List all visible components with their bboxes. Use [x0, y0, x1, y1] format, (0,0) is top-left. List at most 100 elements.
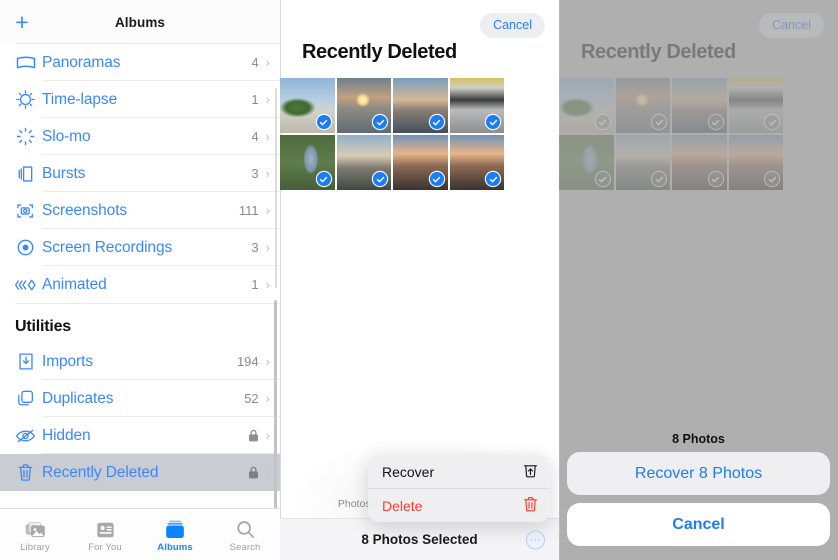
sidebar-item-label: Slo-mo	[42, 127, 91, 145]
sidebar-item-label: Animated	[42, 275, 107, 293]
tab-albums[interactable]: Albums	[140, 517, 210, 553]
photo-grid	[280, 78, 559, 190]
sidebar-item-label: Screen Recordings	[42, 238, 173, 256]
chevron-right-icon: ›	[265, 92, 270, 107]
bursts-icon	[9, 165, 42, 183]
selected-check-icon	[429, 115, 444, 129]
cancel-button[interactable]: Cancel	[480, 13, 545, 38]
chevron-right-icon: ›	[265, 277, 270, 292]
lock-icon	[248, 466, 259, 479]
selection-count-label: 8 Photos Selected	[361, 532, 478, 547]
sidebar-item-count: 3	[251, 240, 259, 255]
sidebar-scroll-track	[275, 88, 277, 288]
context-menu: Recover Delete	[368, 455, 550, 522]
sidebar-item-count: 3	[251, 166, 259, 181]
sidebar-item-count: 194	[236, 354, 259, 369]
add-album-button[interactable]: +	[0, 0, 44, 44]
context-menu-item-recover[interactable]: Recover	[368, 455, 550, 488]
sidebar-item-label: Time-lapse	[42, 90, 118, 108]
slomo-icon	[9, 127, 42, 146]
chevron-right-icon: ›	[265, 428, 270, 443]
middle-panel-recently-deleted: Cancel Recently Deleted Photos and vi de…	[280, 0, 559, 560]
sidebar-item-count: 4	[251, 129, 259, 144]
sidebar-item-screen-recordings[interactable]: Screen Recordings 3 ›	[0, 229, 280, 266]
sidebar-item-hidden[interactable]: Hidden ›	[0, 417, 280, 454]
sidebar-item-panoramas[interactable]: Panoramas 4 ›	[0, 44, 280, 81]
chevron-right-icon: ›	[265, 354, 270, 369]
lock-icon	[248, 429, 259, 442]
sidebar-item-label: Screenshots	[42, 201, 128, 219]
screenshots-icon	[9, 202, 42, 220]
for-you-icon	[96, 517, 115, 539]
sidebar-item-count: 1	[251, 92, 259, 107]
chevron-right-icon: ›	[265, 465, 270, 480]
chevron-right-icon: ›	[265, 129, 270, 144]
tab-label: Library	[20, 541, 50, 553]
photo-cell[interactable]	[280, 78, 335, 133]
hidden-icon	[9, 428, 42, 444]
sidebar-item-animated[interactable]: Animated 1 ›	[0, 266, 280, 303]
action-sheet-title: 8 Photos	[672, 432, 725, 446]
selected-check-icon	[486, 172, 500, 186]
library-icon	[25, 517, 46, 539]
sidebar-scrollbar[interactable]	[274, 300, 277, 515]
tab-bar: Library For You Albums Search	[0, 508, 280, 560]
albums-icon	[165, 517, 185, 539]
context-menu-item-delete[interactable]: Delete	[368, 489, 550, 522]
sidebar-item-slo-mo[interactable]: Slo-mo 4 ›	[0, 118, 280, 155]
photo-cell[interactable]	[280, 135, 335, 190]
tab-label: For You	[88, 541, 122, 553]
sidebar: + Albums Panoramas 4 › Time-lapse 1 › Sl…	[0, 0, 280, 560]
imports-icon	[9, 352, 42, 371]
sidebar-section-title: Utilities	[15, 318, 71, 335]
selected-check-icon	[486, 115, 500, 129]
sidebar-item-recently-deleted[interactable]: Recently Deleted ›	[0, 454, 280, 491]
selected-check-icon	[373, 172, 387, 186]
chevron-right-icon: ›	[265, 240, 270, 255]
recover-photos-button[interactable]: Recover 8 Photos	[567, 452, 830, 495]
action-sheet: 8 Photos Recover 8 Photos Cancel	[567, 432, 830, 554]
panorama-icon	[9, 56, 42, 70]
recover-trash-icon	[523, 462, 538, 481]
timelapse-icon	[9, 90, 42, 109]
trash-icon	[9, 463, 42, 482]
chevron-right-icon: ›	[265, 166, 270, 181]
sidebar-item-imports[interactable]: Imports 194 ›	[0, 343, 280, 380]
screen-recordings-icon	[9, 238, 42, 257]
cancel-button[interactable]: Cancel	[567, 503, 830, 546]
selected-check-icon	[316, 172, 331, 186]
tab-label: Albums	[157, 541, 193, 553]
action-sheet-cancel-group: Cancel	[567, 503, 830, 546]
more-options-button[interactable]: ···	[526, 530, 545, 549]
photo-cell[interactable]	[336, 135, 391, 190]
tab-label: Search	[229, 541, 261, 553]
photo-cell[interactable]	[449, 78, 504, 133]
tab-for-you[interactable]: For You	[70, 517, 140, 553]
selected-check-icon	[429, 172, 444, 186]
action-sheet-actions: Recover 8 Photos	[567, 452, 830, 495]
context-item-label: Recover	[382, 463, 435, 480]
sidebar-item-label: Hidden	[42, 426, 91, 444]
sidebar-item-screenshots[interactable]: Screenshots 111 ›	[0, 192, 280, 229]
sidebar-item-label: Panoramas	[42, 53, 121, 71]
sidebar-item-count: 52	[244, 391, 259, 406]
delete-trash-icon	[523, 496, 538, 515]
chevron-right-icon: ›	[265, 55, 270, 70]
sidebar-item-label: Imports	[42, 352, 93, 370]
sidebar-header: + Albums	[0, 0, 280, 44]
animated-icon	[9, 276, 42, 294]
photo-cell[interactable]	[336, 78, 391, 133]
sidebar-item-bursts[interactable]: Bursts 3 ›	[0, 155, 280, 192]
photo-cell[interactable]	[393, 135, 448, 190]
albums-list: Panoramas 4 › Time-lapse 1 › Slo-mo 4 › …	[0, 44, 280, 491]
photo-cell[interactable]	[449, 135, 504, 190]
tab-search[interactable]: Search	[210, 517, 280, 553]
chevron-right-icon: ›	[265, 203, 270, 218]
sidebar-item-label: Bursts	[42, 164, 86, 182]
tab-library[interactable]: Library	[0, 517, 70, 553]
sidebar-item-duplicates[interactable]: Duplicates 52 ›	[0, 380, 280, 417]
photo-cell[interactable]	[393, 78, 448, 133]
sidebar-item-label: Recently Deleted	[42, 463, 159, 481]
sidebar-item-time-lapse[interactable]: Time-lapse 1 ›	[0, 81, 280, 118]
selected-check-icon	[373, 115, 387, 129]
